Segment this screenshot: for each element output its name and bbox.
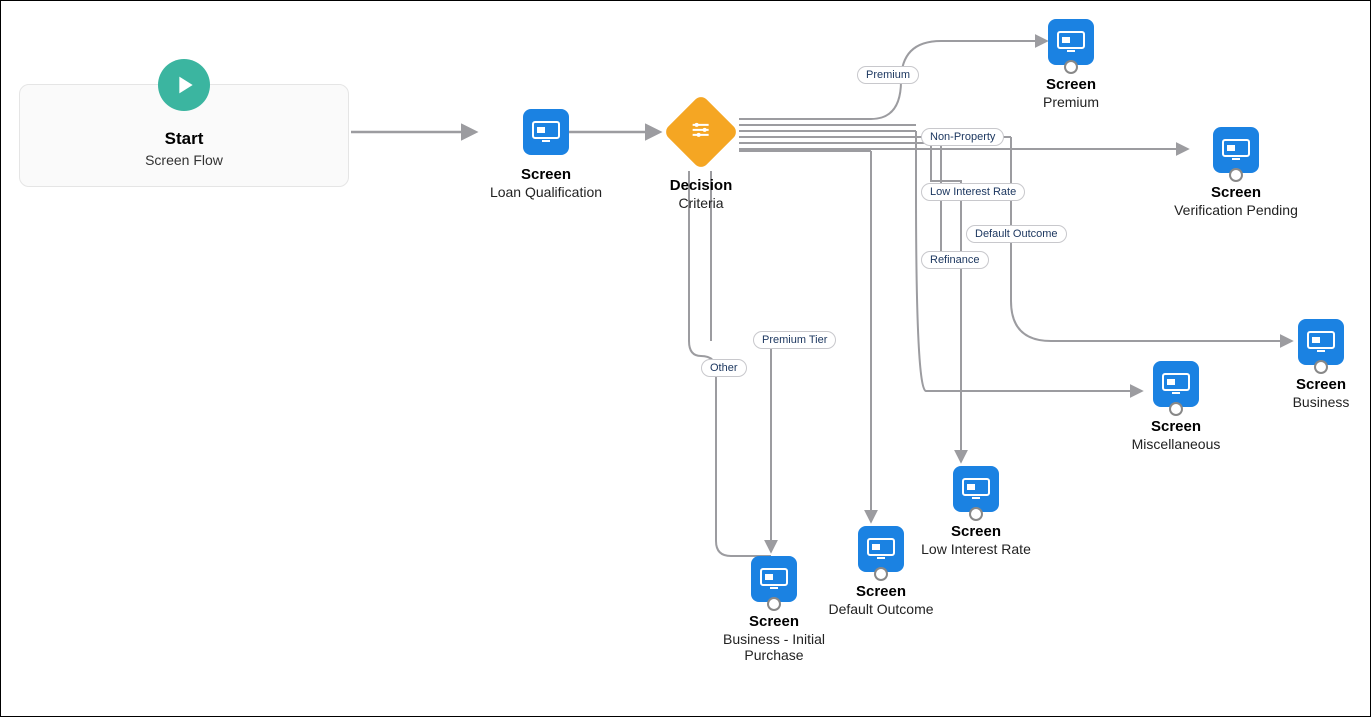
node-title: Screen	[1261, 376, 1371, 393]
connector-ring-icon	[1229, 168, 1243, 182]
node-subtitle: Loan Qualification	[456, 184, 636, 200]
node-title: Screen	[456, 166, 636, 183]
node-initial-purchase[interactable]: Screen Business - Initial Purchase	[694, 556, 854, 663]
connector-ring-icon	[874, 567, 888, 581]
screen-icon	[1298, 319, 1344, 365]
screen-icon	[953, 466, 999, 512]
node-title: Screen	[1106, 418, 1246, 435]
connector-ring-icon	[1064, 60, 1078, 74]
node-verification-pending[interactable]: Screen Verification Pending	[1156, 127, 1316, 218]
screen-icon	[1153, 361, 1199, 407]
badge-non-property[interactable]: Non-Property	[921, 128, 1004, 146]
badge-premium[interactable]: Premium	[857, 66, 919, 84]
badge-low-interest[interactable]: Low Interest Rate	[921, 183, 1025, 201]
node-premium[interactable]: Screen Premium	[1001, 19, 1141, 110]
start-title: Start	[30, 129, 338, 149]
connector-ring-icon	[1314, 360, 1328, 374]
connector-ring-icon	[767, 597, 781, 611]
play-icon	[158, 59, 210, 111]
node-subtitle: Criteria	[646, 195, 756, 211]
node-loan-qualification[interactable]: Screen Loan Qualification	[456, 109, 636, 200]
screen-icon	[1213, 127, 1259, 173]
node-title: Screen	[1156, 184, 1316, 201]
node-title: Decision	[646, 177, 756, 194]
flow-canvas: Start Screen Flow Screen Loan Qualificat…	[0, 0, 1371, 717]
node-business[interactable]: Screen Business	[1261, 319, 1371, 410]
screen-icon	[1048, 19, 1094, 65]
node-decision[interactable]: Decision Criteria	[646, 105, 756, 211]
node-subtitle: Verification Pending	[1156, 202, 1316, 218]
badge-refinance[interactable]: Refinance	[921, 251, 989, 269]
screen-icon	[751, 556, 797, 602]
badge-other[interactable]: Other	[701, 359, 747, 377]
node-subtitle: Business	[1261, 394, 1371, 410]
decision-icon	[663, 94, 739, 170]
node-subtitle: Premium	[1001, 94, 1141, 110]
node-title: Screen	[1001, 76, 1141, 93]
node-subtitle: Business - Initial Purchase	[694, 631, 854, 663]
node-subtitle: Miscellaneous	[1106, 436, 1246, 452]
screen-icon	[858, 526, 904, 572]
node-title: Screen	[694, 613, 854, 630]
start-subtitle: Screen Flow	[30, 152, 338, 168]
connector-ring-icon	[969, 507, 983, 521]
connector-ring-icon	[1169, 402, 1183, 416]
badge-premium-tier[interactable]: Premium Tier	[753, 331, 836, 349]
screen-icon	[523, 109, 569, 155]
badge-default-outcome[interactable]: Default Outcome	[966, 225, 1067, 243]
node-miscellaneous[interactable]: Screen Miscellaneous	[1106, 361, 1246, 452]
start-node[interactable]: Start Screen Flow	[19, 84, 349, 187]
